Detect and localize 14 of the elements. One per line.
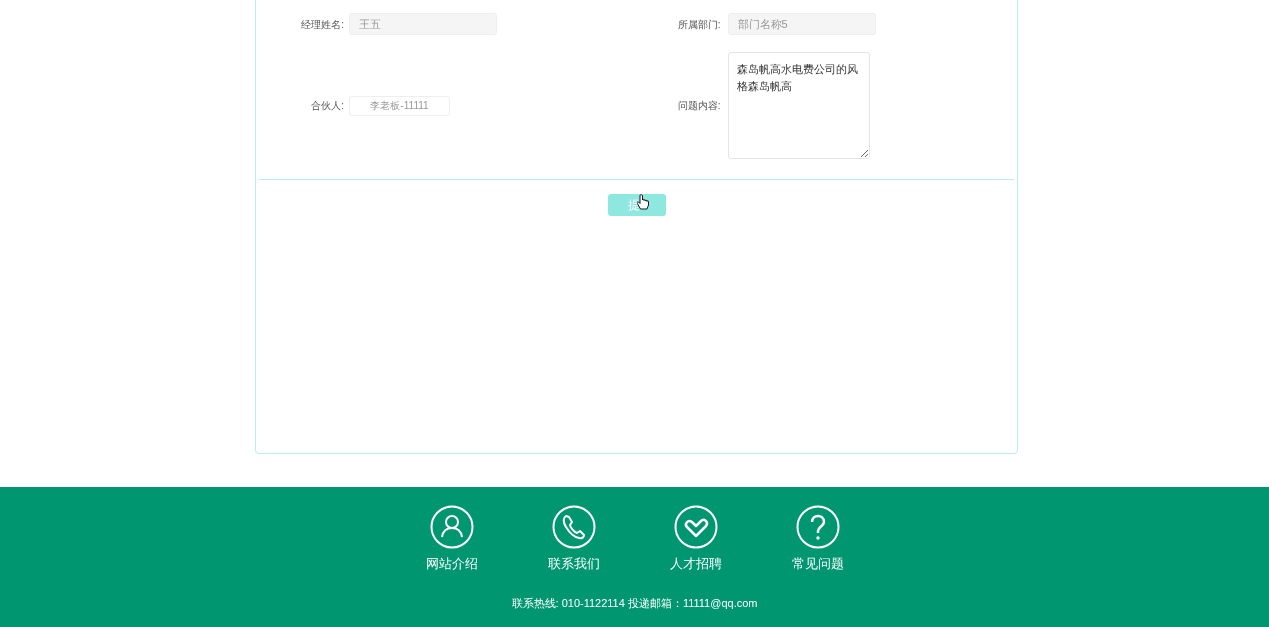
contact-info: 联系热线: 010-1122114 投递邮箱：11111@qq.com	[511, 595, 758, 611]
person-icon	[429, 505, 474, 549]
footer-link[interactable]: 联系我们	[545, 505, 602, 574]
text-field[interactable]: 李老板-11111	[349, 95, 450, 116]
phone-icon	[551, 505, 596, 549]
text-area[interactable]: 森岛帆高水电费公司的风格森岛帆高	[727, 52, 870, 159]
question-icon	[795, 505, 840, 549]
field-label: 所属部门:	[676, 17, 721, 32]
field-label: 经理姓名:	[300, 17, 344, 32]
field-label: 合伙人:	[310, 99, 344, 113]
footer-link[interactable]: 常见问题	[789, 505, 846, 574]
footer-link[interactable]: 网站介绍	[423, 505, 480, 574]
footer-link[interactable]: 人才招聘	[667, 505, 724, 574]
field-label: 问题内容:	[676, 99, 721, 113]
